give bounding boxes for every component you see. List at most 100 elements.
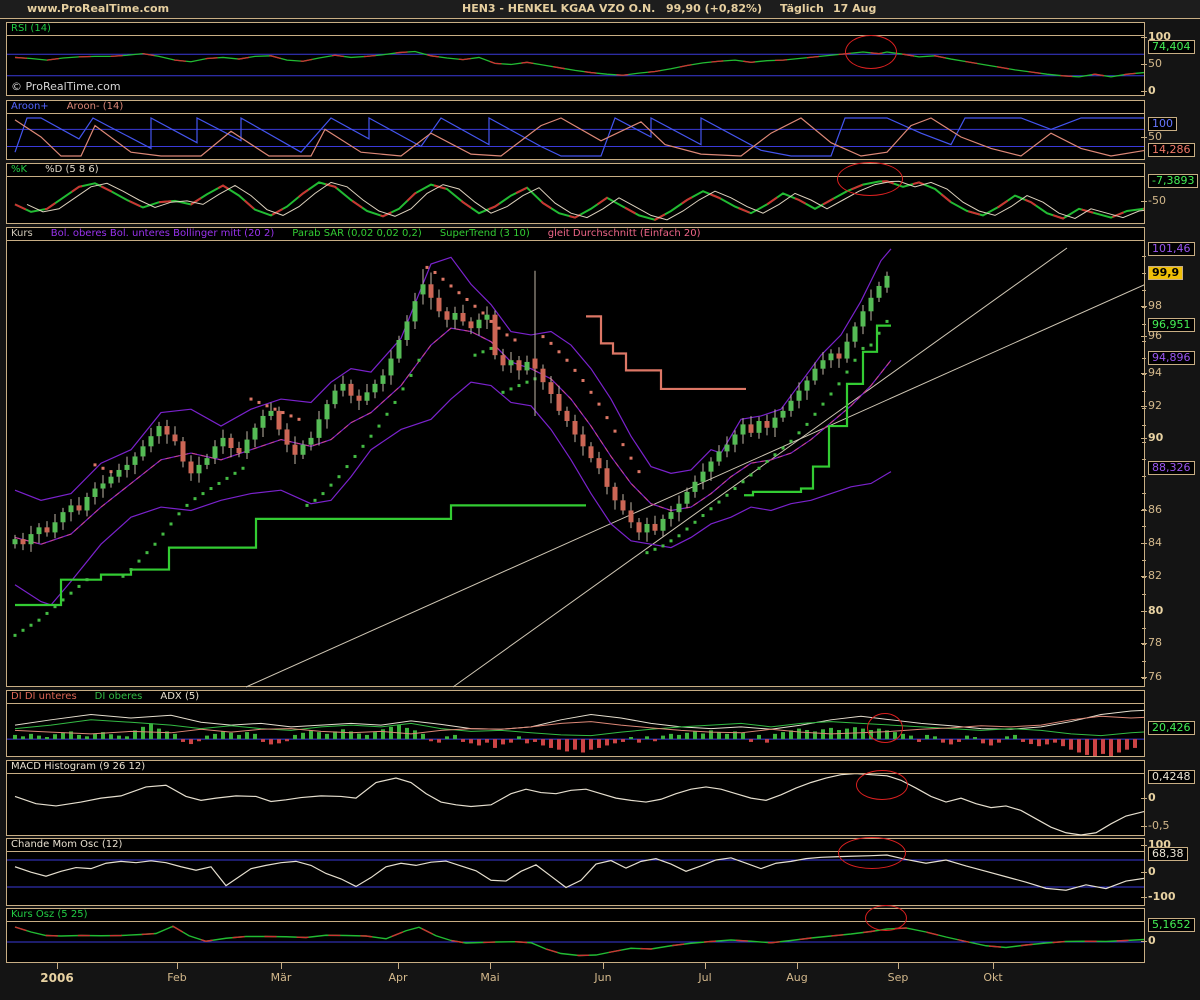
month-label: Feb [167, 971, 186, 984]
month-tick [705, 963, 706, 969]
indicator-label-chande: Chande Mom Osc (12) [7, 839, 1144, 852]
scale-tick [1141, 941, 1147, 942]
price-minor-tick [1142, 543, 1146, 544]
month-tick [797, 963, 798, 969]
month-tick [398, 963, 399, 969]
drawn-ellipse-annotation[interactable] [856, 770, 908, 800]
month-label: 2006 [40, 971, 73, 985]
indicator-label-adx: DI DI unteres DI oberes ADX (5) [7, 691, 1144, 704]
label-part: %K [11, 164, 27, 176]
scale-value: 68,38 [1148, 847, 1188, 861]
scale-value: 99,9 [1148, 266, 1183, 280]
drawn-ellipse-annotation[interactable] [837, 162, 903, 196]
scale-tick [1141, 37, 1147, 38]
indicator-label-stoch: %K %D (5 8 6) [7, 164, 1144, 177]
price-minor-tick [1142, 594, 1146, 595]
scale-value: -0,5 [1148, 820, 1169, 832]
scale-value: 0 [1148, 792, 1156, 804]
month-label: Mär [271, 971, 292, 984]
scale-value: 84 [1148, 537, 1162, 549]
scale-value: 50 [1148, 58, 1162, 70]
price-minor-tick [1142, 526, 1146, 527]
label-part: RSI (14) [11, 23, 51, 35]
month-label: Apr [388, 971, 407, 984]
label-part: %D (5 8 6) [45, 164, 99, 176]
scale-value: 78 [1148, 637, 1162, 649]
price-minor-tick [1142, 628, 1146, 629]
watermark: © ProRealTime.com [11, 80, 121, 93]
month-tick [177, 963, 178, 969]
price-minor-tick [1142, 256, 1146, 257]
drawn-ellipse-annotation[interactable] [838, 837, 906, 869]
panel-adx[interactable]: DI DI unteres DI oberes ADX (5) [6, 690, 1145, 757]
month-tick [898, 963, 899, 969]
price-minor-tick [1142, 661, 1146, 662]
scale-value: 90 [1148, 432, 1163, 444]
label-part: Bol. oberes Bol. unteres Bollinger mitt … [51, 228, 275, 240]
indicator-label-kursosz: Kurs Osz (5 25) [7, 909, 1144, 922]
timeframe-label[interactable]: Täglich [780, 2, 824, 15]
scale-tick [1141, 201, 1147, 202]
scale-tick [1141, 872, 1147, 873]
month-tick [993, 963, 994, 969]
site-link[interactable]: www.ProRealTime.com [27, 2, 169, 15]
scale-value: 86 [1148, 504, 1162, 516]
price-minor-tick [1142, 678, 1146, 679]
scale-value: 0 [1148, 935, 1156, 947]
label-part: DI DI unteres [11, 691, 77, 703]
label-part: Chande Mom Osc (12) [11, 839, 122, 851]
indicator-label-rsi: RSI (14) [7, 23, 1144, 36]
scale-value: 74,404 [1148, 40, 1195, 54]
panel-kursosz[interactable]: Kurs Osz (5 25) [6, 908, 1145, 963]
scale-tick [1141, 826, 1147, 827]
price-minor-tick [1142, 374, 1146, 375]
scale-tick [1141, 406, 1147, 407]
panel-macd[interactable]: MACD Histogram (9 26 12) [6, 760, 1145, 836]
panel-kurs[interactable]: Kurs Bol. oberes Bol. unteres Bollinger m… [6, 227, 1145, 687]
label-part: Kurs [11, 228, 33, 240]
prorealtime-window: www.ProRealTime.com HEN3 - HENKEL KGAA V… [0, 0, 1200, 1000]
panel-stoch[interactable]: %K %D (5 8 6) [6, 163, 1145, 224]
price-minor-tick [1142, 577, 1146, 578]
scale-value: 94,896 [1148, 351, 1195, 365]
drawn-ellipse-annotation[interactable] [867, 713, 903, 743]
price-minor-tick [1142, 391, 1146, 392]
scale-value: 82 [1148, 570, 1162, 582]
scale-value: 92 [1148, 400, 1162, 412]
indicator-label-aroon: Aroon+Aroon- (14) [7, 101, 1144, 114]
drawn-ellipse-annotation[interactable] [845, 35, 897, 69]
label-part: MACD Histogram (9 26 12) [11, 761, 145, 773]
scale-tick [1141, 336, 1147, 337]
month-tick [57, 963, 58, 969]
scale-value: 0,4248 [1148, 770, 1195, 784]
scale-value: -7,3893 [1148, 174, 1198, 188]
scale-value: 14,286 [1148, 143, 1195, 157]
scale-value: 96 [1148, 330, 1162, 342]
panel-rsi[interactable]: RSI (14) [6, 22, 1145, 96]
month-tick [281, 963, 282, 969]
price-minor-tick [1142, 425, 1146, 426]
scale-value: 50 [1148, 131, 1162, 143]
scale-tick [1141, 438, 1147, 439]
price-minor-tick [1142, 560, 1146, 561]
label-part: DI oberes [95, 691, 143, 703]
label-part: Kurs Osz (5 25) [11, 909, 87, 921]
price-minor-tick [1142, 358, 1146, 359]
price-minor-tick [1142, 611, 1146, 612]
month-label: Aug [786, 971, 807, 984]
scale-value: 20,426 [1148, 721, 1195, 735]
label-part: ADX (5) [160, 691, 199, 703]
indicator-label-macd: MACD Histogram (9 26 12) [7, 761, 1144, 774]
month-label: Okt [983, 971, 1002, 984]
month-tick [490, 963, 491, 969]
price-minor-tick [1142, 442, 1146, 443]
label-part: gleit Durchschnitt (Einfach 20) [548, 228, 701, 240]
date-label: 17 Aug [833, 2, 876, 15]
panel-aroon[interactable]: Aroon+Aroon- (14) [6, 100, 1145, 160]
indicator-label-kurs: Kurs Bol. oberes Bol. unteres Bollinger m… [7, 228, 1144, 241]
scale-value: 76 [1148, 671, 1162, 683]
panel-chande[interactable]: Chande Mom Osc (12) [6, 838, 1145, 906]
scale-value: 5,1652 [1148, 918, 1195, 932]
scale-value: 100 [1148, 117, 1177, 131]
drawn-ellipse-annotation[interactable] [865, 905, 907, 931]
